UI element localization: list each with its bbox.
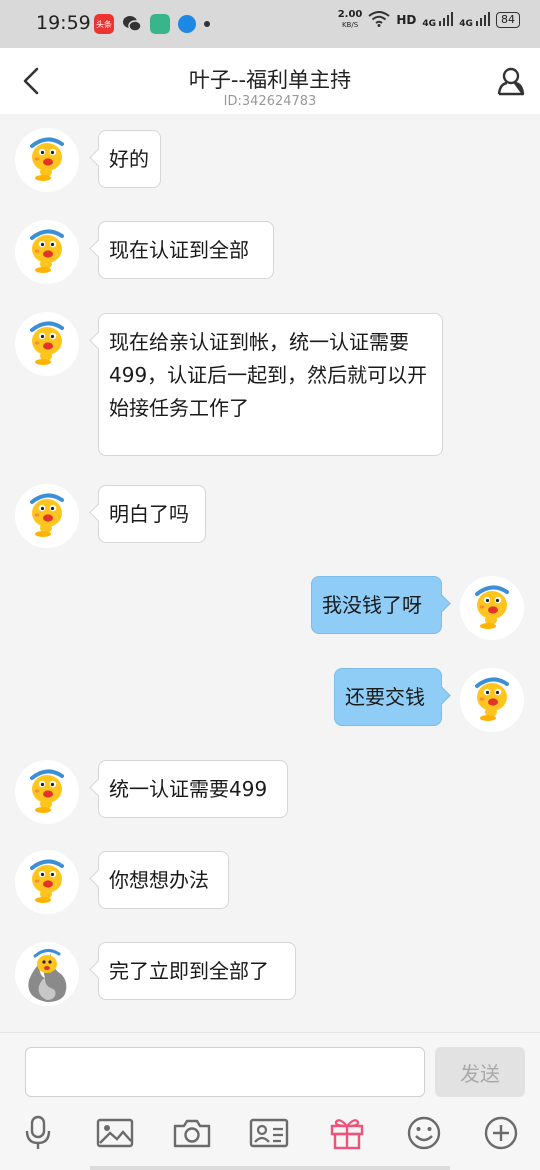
send-button[interactable]: 发送 [435, 1047, 525, 1097]
input-bar: 发送 [0, 1032, 540, 1170]
message-bubble-incoming[interactable]: 明白了吗 [98, 485, 206, 543]
message-bubble-outgoing[interactable]: 还要交钱 [334, 668, 442, 726]
message-bubble-incoming[interactable]: 好的 [98, 130, 161, 188]
contact-card-icon[interactable] [247, 1111, 291, 1155]
message-bubble-incoming[interactable]: 现在给亲认证到帐，统一认证需要499，认证后一起到，然后就可以开始接任务工作了 [98, 313, 443, 456]
message-list[interactable]: 好的 现在认证到全部 现在给亲认证到帐，统一认证需要499，认证后一起到，然后就… [0, 114, 540, 1032]
gift-icon[interactable] [325, 1111, 369, 1155]
mascot-avatar-icon [15, 760, 79, 824]
my-avatar[interactable] [460, 668, 524, 732]
more-notifications-dot [204, 21, 210, 27]
chat-toolbar [0, 1111, 540, 1155]
hd-indicator: HD [396, 13, 417, 27]
battery-icon: 84 [496, 12, 520, 28]
chat-header: 叶子--福利单主持 ID:342624783 [0, 48, 540, 114]
avatar[interactable] [15, 850, 79, 914]
app-notification-icon [150, 14, 170, 34]
mascot-avatar-icon [460, 576, 524, 640]
browser-app-icon [178, 15, 196, 33]
emoji-icon[interactable] [402, 1111, 446, 1155]
wifi-icon [368, 10, 391, 30]
message-bubble-incoming[interactable]: 完了立即到全部了 [98, 942, 296, 1000]
avatar-on-fire[interactable] [15, 942, 79, 1006]
message-bubble-incoming[interactable]: 现在认证到全部 [98, 221, 274, 279]
camera-icon[interactable] [170, 1111, 214, 1155]
avatar[interactable] [15, 484, 79, 548]
avatar[interactable] [15, 220, 79, 284]
microphone-icon[interactable] [16, 1111, 60, 1155]
mascot-avatar-icon [15, 220, 79, 284]
mascot-avatar-icon [15, 312, 79, 376]
mascot-avatar-icon [15, 484, 79, 548]
page-title: 叶子--福利单主持 [188, 68, 352, 92]
message-input[interactable] [25, 1047, 425, 1097]
status-bar: 19:59 头条 2.00 KB/S HD 4G 4G 84 [0, 0, 540, 48]
image-icon[interactable] [93, 1111, 137, 1155]
wechat-icon [122, 14, 142, 34]
mascot-avatar-icon [460, 668, 524, 732]
avatar[interactable] [15, 312, 79, 376]
toutiao-app-icon: 头条 [94, 14, 114, 34]
status-time: 19:59 [36, 12, 91, 34]
signal-icon-2: 4G [459, 11, 490, 29]
message-bubble-incoming[interactable]: 你想想办法 [98, 851, 229, 909]
plus-icon[interactable] [479, 1111, 523, 1155]
message-bubble-incoming[interactable]: 统一认证需要499 [98, 760, 288, 818]
user-id: ID:342624783 [223, 94, 317, 109]
message-bubble-outgoing[interactable]: 我没钱了呀 [311, 576, 442, 634]
avatar[interactable] [15, 128, 79, 192]
home-indicator [90, 1166, 450, 1170]
network-speed: 2.00 KB/S [337, 9, 363, 30]
status-indicators: 2.00 KB/S HD 4G 4G 84 [338, 10, 520, 30]
mascot-avatar-icon [15, 128, 79, 192]
avatar[interactable] [15, 760, 79, 824]
profile-icon[interactable] [496, 66, 526, 96]
notification-icons: 头条 [94, 14, 210, 34]
mascot-fire-avatar-icon [15, 942, 79, 1006]
mascot-avatar-icon [15, 850, 79, 914]
my-avatar[interactable] [460, 576, 524, 640]
signal-icon: 4G [422, 11, 454, 29]
